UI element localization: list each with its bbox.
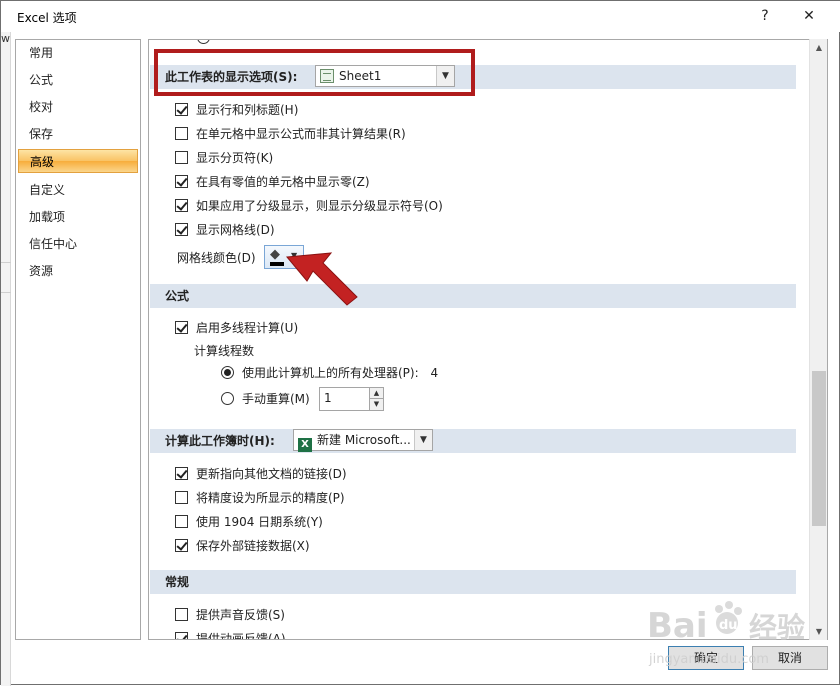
option-label: 显示行和列标题(H) (196, 103, 299, 117)
nav-item-formulas[interactable]: 公式 (18, 68, 138, 92)
annotation-arrow-icon (286, 252, 358, 306)
chevron-down-icon[interactable]: ▼ (369, 399, 383, 410)
worksheet-section-label: 此工作表的显示选项(S): (165, 70, 298, 84)
scroll-up-arrow-icon[interactable]: ▲ (810, 39, 828, 56)
option-save-external-links[interactable]: 保存外部链接数据(X) (175, 536, 310, 556)
background-fragment: w (1, 32, 10, 45)
clipped-option-row[interactable] (197, 40, 218, 48)
options-nav: 常用 公式 校对 保存 高级 自定义 加载项 信任中心 资源 (15, 39, 141, 640)
manual-threads-stepper[interactable]: 1 ▲ ▼ (319, 387, 384, 411)
cancel-button[interactable]: 取消 (752, 646, 828, 670)
option-label: 将精度设为所显示的精度(P) (196, 491, 345, 505)
background-divider (1, 262, 11, 263)
option-label: 更新指向其他文档的链接(D) (196, 467, 347, 481)
option-label: 启用多线程计算(U) (196, 321, 299, 335)
option-show-page-breaks[interactable]: 显示分页符(K) (175, 148, 273, 168)
checkbox[interactable] (175, 223, 188, 236)
option-manual-threads[interactable]: 手动重算(M) (221, 389, 310, 409)
checkbox[interactable] (175, 151, 188, 164)
dialog-title: Excel 选项 (17, 11, 77, 25)
option-label: 使用此计算机上的所有处理器(P): (242, 366, 419, 380)
radio[interactable] (221, 392, 234, 405)
background-divider (1, 292, 11, 293)
nav-item-common[interactable]: 常用 (18, 41, 138, 65)
checkbox[interactable] (175, 539, 188, 552)
option-multithread[interactable]: 启用多线程计算(U) (175, 318, 298, 338)
radio[interactable] (221, 366, 234, 379)
section-header-workbook: 计算此工作簿时(H): (150, 429, 796, 453)
checkbox[interactable] (175, 127, 188, 140)
sheet-icon (320, 69, 334, 83)
option-label: 显示网格线(D) (196, 223, 275, 237)
option-show-headers[interactable]: 显示行和列标题(H) (175, 100, 298, 120)
option-show-formulas[interactable]: 在单元格中显示公式而非其计算结果(R) (175, 124, 406, 144)
ok-button[interactable]: 确定 (668, 646, 744, 670)
chevron-up-icon[interactable]: ▲ (369, 388, 383, 399)
workbook-select-value: 新建 Microsoft... (317, 433, 411, 447)
option-show-zeros[interactable]: 在具有零值的单元格中显示零(Z) (175, 172, 370, 192)
paint-bucket-icon: ◆ (270, 247, 280, 262)
option-label: 显示分页符(K) (196, 151, 274, 165)
option-label: 保存外部链接数据(X) (196, 539, 310, 553)
option-show-outline-symbols[interactable]: 如果应用了分级显示，则显示分级显示符号(O) (175, 196, 443, 216)
thread-count-label: 计算线程数 (194, 344, 255, 358)
option-label: 提供声音反馈(S) (196, 608, 285, 622)
option-show-gridlines[interactable]: 显示网格线(D) (175, 220, 275, 240)
section-header-formulas: 公式 (150, 284, 796, 308)
chevron-down-icon: ▼ (436, 66, 454, 86)
checkbox[interactable] (175, 321, 188, 334)
option-1904-date-system[interactable]: 使用 1904 日期系统(Y) (175, 512, 323, 532)
nav-item-trust-center[interactable]: 信任中心 (18, 232, 138, 256)
help-button[interactable]: ? (750, 4, 780, 28)
excel-icon: X (298, 438, 312, 452)
option-label: 使用 1904 日期系统(Y) (196, 515, 323, 529)
advanced-options-panel: 此工作表的显示选项(S): Sheet1 ▼ 显示行和列标题(H) 在单元格中显… (148, 39, 828, 640)
checkbox[interactable] (175, 608, 188, 621)
option-precision-as-displayed[interactable]: 将精度设为所显示的精度(P) (175, 488, 345, 508)
checkbox[interactable] (175, 467, 188, 480)
vertical-scrollbar[interactable]: ▲ ▼ (809, 39, 827, 640)
option-label: 手动重算(M) (242, 392, 310, 406)
manual-threads-value: 1 (324, 391, 332, 405)
section-header-worksheet: 此工作表的显示选项(S): (150, 65, 796, 89)
option-label: 在单元格中显示公式而非其计算结果(R) (196, 127, 406, 141)
nav-item-customize[interactable]: 自定义 (18, 178, 138, 202)
chevron-down-icon: ▼ (414, 430, 432, 450)
worksheet-select-value: Sheet1 (339, 69, 382, 83)
gridline-color-label: 网格线颜色(D) (177, 251, 256, 265)
workbook-select[interactable]: X 新建 Microsoft... ▼ (293, 429, 433, 452)
clipped-radio[interactable] (197, 40, 210, 44)
nav-item-proofing[interactable]: 校对 (18, 95, 138, 119)
section-header-general: 常规 (150, 570, 796, 594)
background-sheet-strip: w (1, 32, 11, 686)
close-button[interactable]: ✕ (794, 4, 824, 28)
option-label: 如果应用了分级显示，则显示分级显示符号(O) (196, 199, 443, 213)
option-animation-feedback[interactable]: 提供动画反馈(A) (175, 629, 286, 640)
checkbox[interactable] (175, 175, 188, 188)
workbook-section-label: 计算此工作簿时(H): (165, 434, 275, 448)
processor-count: 4 (430, 366, 439, 380)
nav-item-resources[interactable]: 资源 (18, 259, 138, 283)
nav-item-addins[interactable]: 加载项 (18, 205, 138, 229)
title-bar: Excel 选项 ? ✕ (1, 1, 840, 32)
checkbox[interactable] (175, 632, 188, 639)
checkbox[interactable] (175, 199, 188, 212)
nav-item-save[interactable]: 保存 (18, 122, 138, 146)
scrollbar-thumb[interactable] (812, 371, 826, 526)
option-label: 在具有零值的单元格中显示零(Z) (196, 175, 370, 189)
option-sound-feedback[interactable]: 提供声音反馈(S) (175, 605, 285, 625)
checkbox[interactable] (175, 491, 188, 504)
checkbox[interactable] (175, 103, 188, 116)
option-label: 提供动画反馈(A) (196, 632, 286, 640)
nav-item-advanced[interactable]: 高级 (18, 149, 138, 173)
scroll-down-arrow-icon[interactable]: ▼ (810, 623, 828, 640)
option-use-all-processors[interactable]: 使用此计算机上的所有处理器(P): 4 (221, 363, 438, 383)
checkbox[interactable] (175, 515, 188, 528)
excel-options-dialog: Excel 选项 ? ✕ w 常用 公式 校对 保存 高级 自定义 加载项 信任… (0, 0, 840, 686)
option-update-links[interactable]: 更新指向其他文档的链接(D) (175, 464, 347, 484)
worksheet-select[interactable]: Sheet1 ▼ (315, 65, 455, 87)
